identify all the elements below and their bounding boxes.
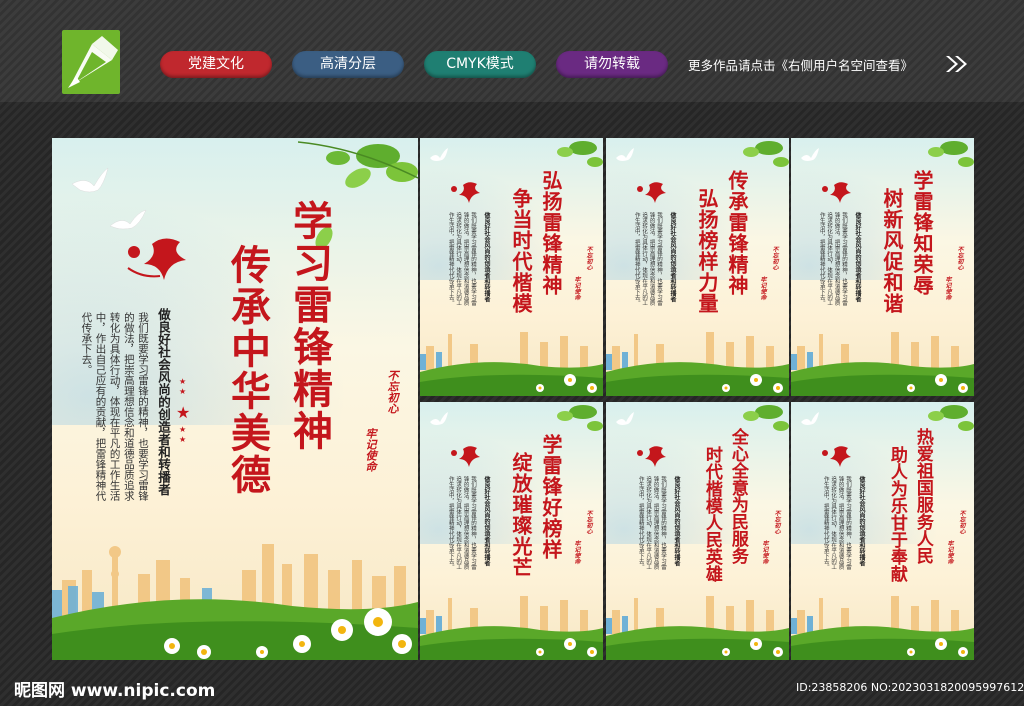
poster-1-seal-1: 不忘初心	[585, 246, 592, 270]
poster-1-title-1: 弘扬雷锋精神	[539, 170, 563, 296]
poster-5-title-1: 全心全意为民服务	[727, 428, 748, 564]
poster-3-title-2: 树新风促和谐	[880, 188, 904, 314]
poster-5-seal-1: 不忘初心	[773, 510, 780, 534]
poster-3-seal-1: 不忘初心	[956, 246, 963, 270]
tag-cmyk-mode[interactable]: CMYK模式	[424, 51, 536, 78]
china-dream-logo	[822, 446, 851, 467]
tag-no-repost[interactable]: 请勿转载	[556, 51, 668, 78]
main-body: 我们既要学习雷锋的精神，也要学习雷锋的做法，把崇高理想信念和道德品质追求转化为具…	[80, 312, 149, 501]
dove-icon	[616, 148, 634, 161]
image-id: ID:23858206 NO:20230318200959976122	[796, 681, 1024, 694]
daisies-decoration	[164, 608, 412, 659]
china-dream-logo	[637, 182, 666, 203]
poster-2-seal-2: 牢记使命	[759, 276, 766, 300]
svg-text:★: ★	[176, 403, 190, 422]
top-bar: 党建文化 高清分层 CMYK模式 请勿转载 更多作品请点击《右侧用户名空间查看》	[0, 0, 1024, 102]
dove-icon	[71, 167, 147, 230]
main-title-2: 传承中华美德	[224, 244, 271, 496]
daisies-decoration	[536, 638, 597, 657]
poster-6: 热爱祖国服务人民 助人为乐甘于奉献 做良好社会风尚的创造者和转播者 我们既要学习…	[791, 402, 974, 660]
daisies-decoration	[907, 374, 968, 393]
double-arrow-icon[interactable]	[944, 54, 970, 74]
svg-text:★: ★	[179, 435, 186, 444]
poster-4-subtitle: 做良好社会风尚的创造者和转播者	[483, 476, 490, 566]
daisies-decoration	[722, 638, 783, 657]
poster-4-seal-1: 不忘初心	[585, 510, 592, 534]
poster-2: 传承雷锋精神 弘扬榜样力量 做良好社会风尚的创造者和转播者 我们既要学习雷锋的精…	[606, 138, 789, 396]
poster-6-seal-2: 牢记使命	[946, 540, 953, 564]
china-dream-logo	[127, 238, 186, 280]
site-logo[interactable]	[62, 30, 120, 94]
poster-4: 学雷锋好榜样 绽放璀璨光芒 做良好社会风尚的创造者和转播者 我们既要学习雷锋的精…	[420, 402, 603, 660]
china-dream-logo	[451, 182, 480, 203]
main-poster: 学习雷锋精神 传承中华美德 ★ ★ ★ ★ ★ 做良好社会风尚的创造者和转播者 …	[52, 138, 418, 660]
china-dream-logo	[637, 446, 666, 467]
daisies-decoration	[907, 638, 968, 657]
poster-1-title-2: 争当时代楷模	[509, 188, 533, 314]
poster-3-seal-2: 牢记使命	[944, 276, 951, 300]
tag-hd-layers[interactable]: 高清分层	[292, 51, 404, 78]
stars-decoration: ★ ★ ★ ★ ★	[176, 377, 190, 444]
svg-text:★: ★	[179, 387, 186, 396]
poster-6-title-2: 助人为乐甘于奉献	[886, 446, 907, 582]
site-watermark: 昵图网 www.nipic.com	[14, 681, 216, 701]
poster-4-title-1: 学雷锋好榜样	[539, 434, 563, 560]
poster-3-body: 我们既要学习雷锋的精神，也要学习雷锋的做法，把崇高理想信念和道德品质追求转化为具…	[818, 212, 847, 306]
poster-2-title-1: 传承雷锋精神	[725, 170, 749, 296]
seal-2: 牢记使命	[364, 428, 377, 472]
main-subtitle: 做良好社会风尚的创造者和转播者	[156, 308, 171, 496]
daisies-decoration	[722, 374, 783, 393]
poster-1-subtitle: 做良好社会风尚的创造者和转播者	[483, 212, 490, 302]
poster-5: 全心全意为民服务 时代楷模人民英雄 做良好社会风尚的创造者和转播者 我们既要学习…	[606, 402, 789, 660]
main-title-1: 学习雷锋精神	[286, 200, 333, 452]
poster-4-seal-2: 牢记使命	[573, 540, 580, 564]
dove-icon	[616, 412, 634, 425]
poster-2-body: 我们既要学习雷锋的精神，也要学习雷锋的做法，把崇高理想信念和道德品质追求转化为具…	[633, 212, 662, 306]
poster-3: 学雷锋知荣辱 树新风促和谐 做良好社会风尚的创造者和转播者 我们既要学习雷锋的精…	[791, 138, 974, 396]
poster-2-seal-1: 不忘初心	[771, 246, 778, 270]
poster-1-body: 我们既要学习雷锋的精神，也要学习雷锋的做法，把崇高理想信念和道德品质追求转化为具…	[447, 212, 476, 306]
poster-2-title-2: 弘扬榜样力量	[695, 188, 719, 314]
poster-4-title-2: 绽放璀璨光芒	[509, 452, 533, 578]
poster-5-seal-2: 牢记使命	[761, 540, 768, 564]
china-dream-logo	[822, 182, 851, 203]
poster-4-body: 我们既要学习雷锋的精神，也要学习雷锋的做法，把崇高理想信念和道德品质追求转化为具…	[447, 476, 476, 570]
dove-icon	[801, 148, 819, 161]
tag-party-culture[interactable]: 党建文化	[160, 51, 272, 78]
poster-1-seal-2: 牢记使命	[573, 276, 580, 300]
china-dream-logo	[451, 446, 480, 467]
poster-5-subtitle: 做良好社会风尚的创造者和转播者	[673, 476, 680, 566]
poster-6-title-1: 热爱祖国服务人民	[912, 428, 933, 564]
seal-1: 不忘初心	[386, 370, 399, 414]
poster-2-subtitle: 做良好社会风尚的创造者和转播者	[669, 212, 676, 302]
poster-5-title-2: 时代楷模人民英雄	[701, 446, 722, 582]
dove-icon	[801, 412, 819, 425]
dove-icon	[430, 148, 448, 161]
poster-1: 弘扬雷锋精神 争当时代楷模 做良好社会风尚的创造者和转播者 我们既要学习雷锋的精…	[420, 138, 603, 396]
poster-5-body: 我们既要学习雷锋的精神，也要学习雷锋的做法，把崇高理想信念和道德品质追求转化为具…	[637, 476, 666, 570]
daisies-decoration	[536, 374, 597, 393]
poster-6-seal-1: 不忘初心	[958, 510, 965, 534]
poster-3-subtitle: 做良好社会风尚的创造者和转播者	[854, 212, 861, 302]
svg-text:★: ★	[179, 377, 186, 386]
pen-logo-icon	[68, 36, 118, 88]
poster-6-body: 我们既要学习雷锋的精神，也要学习雷锋的做法，把崇高理想信念和道德品质追求转化为具…	[822, 476, 851, 570]
more-works-link[interactable]: 更多作品请点击《右侧用户名空间查看》	[688, 55, 913, 74]
svg-text:★: ★	[179, 425, 186, 434]
poster-6-subtitle: 做良好社会风尚的创造者和转播者	[858, 476, 865, 566]
poster-3-title-1: 学雷锋知荣辱	[910, 170, 934, 296]
dove-icon	[430, 412, 448, 425]
